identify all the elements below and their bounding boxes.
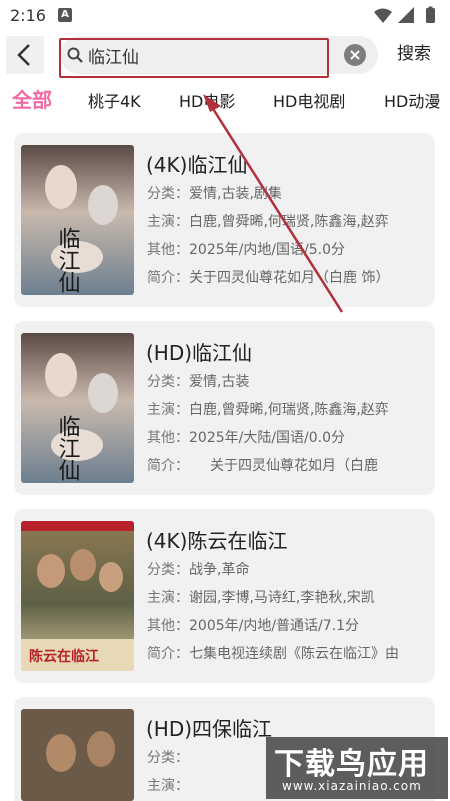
cast-row: 主演：白鹿,曾舜晞,何瑞贤,陈鑫海,赵弈	[147, 214, 389, 230]
other-row: 其他：2025年/大陆/国语/0.0分	[147, 430, 346, 446]
tab-peach-4k[interactable]: 桃子4K	[88, 88, 141, 112]
svg-text:临江仙: 临江仙	[55, 227, 81, 293]
back-arrow-icon	[17, 44, 30, 66]
app-notification-icon: A	[58, 8, 72, 22]
cast-row: 主演：谢园,李博,马诗红,李艳秋,宋凯	[147, 590, 375, 606]
result-title: (4K)临江仙	[146, 153, 248, 177]
result-card[interactable]: 陈云在临江 (4K)陈云在临江 分类：战争,革命 主演：谢园,李博,马诗红,李艳…	[14, 509, 435, 683]
poster-image: 临江仙	[21, 333, 134, 483]
status-bar: 2:16 A	[0, 0, 450, 32]
clear-icon[interactable]	[344, 44, 366, 66]
status-time: 2:16	[10, 6, 46, 25]
category-row: 分类：爱情,古装	[147, 374, 250, 390]
cast-row: 主演：白鹿,曾舜晞,何瑞贤,陈鑫海,赵弈	[147, 402, 389, 418]
category-tabs: 全部 桃子4K HD电影 HD电视剧 HD动漫	[0, 82, 450, 118]
tab-hd-tv[interactable]: HD电视剧	[273, 88, 345, 112]
back-button[interactable]	[6, 36, 44, 74]
poster-image: 临江仙	[21, 145, 134, 295]
close-icon	[350, 50, 360, 60]
intro-row: 简介： 关于四灵仙尊花如月（白鹿	[147, 458, 378, 474]
watermark: 下载鸟应用 www.xiazainiao.com	[266, 737, 448, 799]
intro-row: 简介：七集电视连续剧《陈云在临江》由	[147, 646, 399, 662]
watermark-logo: 下载鸟应用	[274, 747, 429, 782]
battery-icon	[426, 8, 435, 23]
poster-image: 陈云在临江	[21, 521, 134, 671]
result-card[interactable]: 临江仙 (4K)临江仙 分类：爱情,古装,剧集 主演：白鹿,曾舜晞,何瑞贤,陈鑫…	[14, 133, 435, 307]
other-row: 其他：2025年/内地/国语/5.0分	[147, 242, 346, 258]
svg-text:临江仙: 临江仙	[55, 415, 81, 481]
result-card[interactable]: 临江仙 (HD)临江仙 分类：爱情,古装 主演：白鹿,曾舜晞,何瑞贤,陈鑫海,赵…	[14, 321, 435, 495]
result-title: (4K)陈云在临江	[146, 529, 288, 553]
wifi-icon	[374, 8, 392, 23]
poster-image	[21, 709, 134, 801]
tab-hd-anime[interactable]: HD动漫	[384, 88, 440, 112]
signal-icon	[398, 7, 414, 23]
tab-all[interactable]: 全部	[12, 84, 52, 113]
watermark-url: www.xiazainiao.com	[282, 779, 422, 793]
tab-hd-movie[interactable]: HD电影	[179, 88, 235, 112]
category-row: 分类：爱情,古装,剧集	[147, 186, 282, 202]
intro-row: 简介：关于四灵仙尊花如月（白鹿 饰）	[147, 270, 390, 286]
result-title: (HD)四保临江	[146, 717, 273, 741]
category-row: 分类：战争,革命	[147, 562, 250, 578]
status-icons	[374, 6, 435, 23]
search-button[interactable]: 搜索	[388, 41, 440, 67]
other-row: 其他：2005年/内地/普通话/7.1分	[147, 618, 360, 634]
annotation-highlight-box	[59, 38, 329, 78]
svg-text:陈云在临江: 陈云在临江	[29, 648, 99, 665]
result-title: (HD)临江仙	[146, 341, 253, 365]
